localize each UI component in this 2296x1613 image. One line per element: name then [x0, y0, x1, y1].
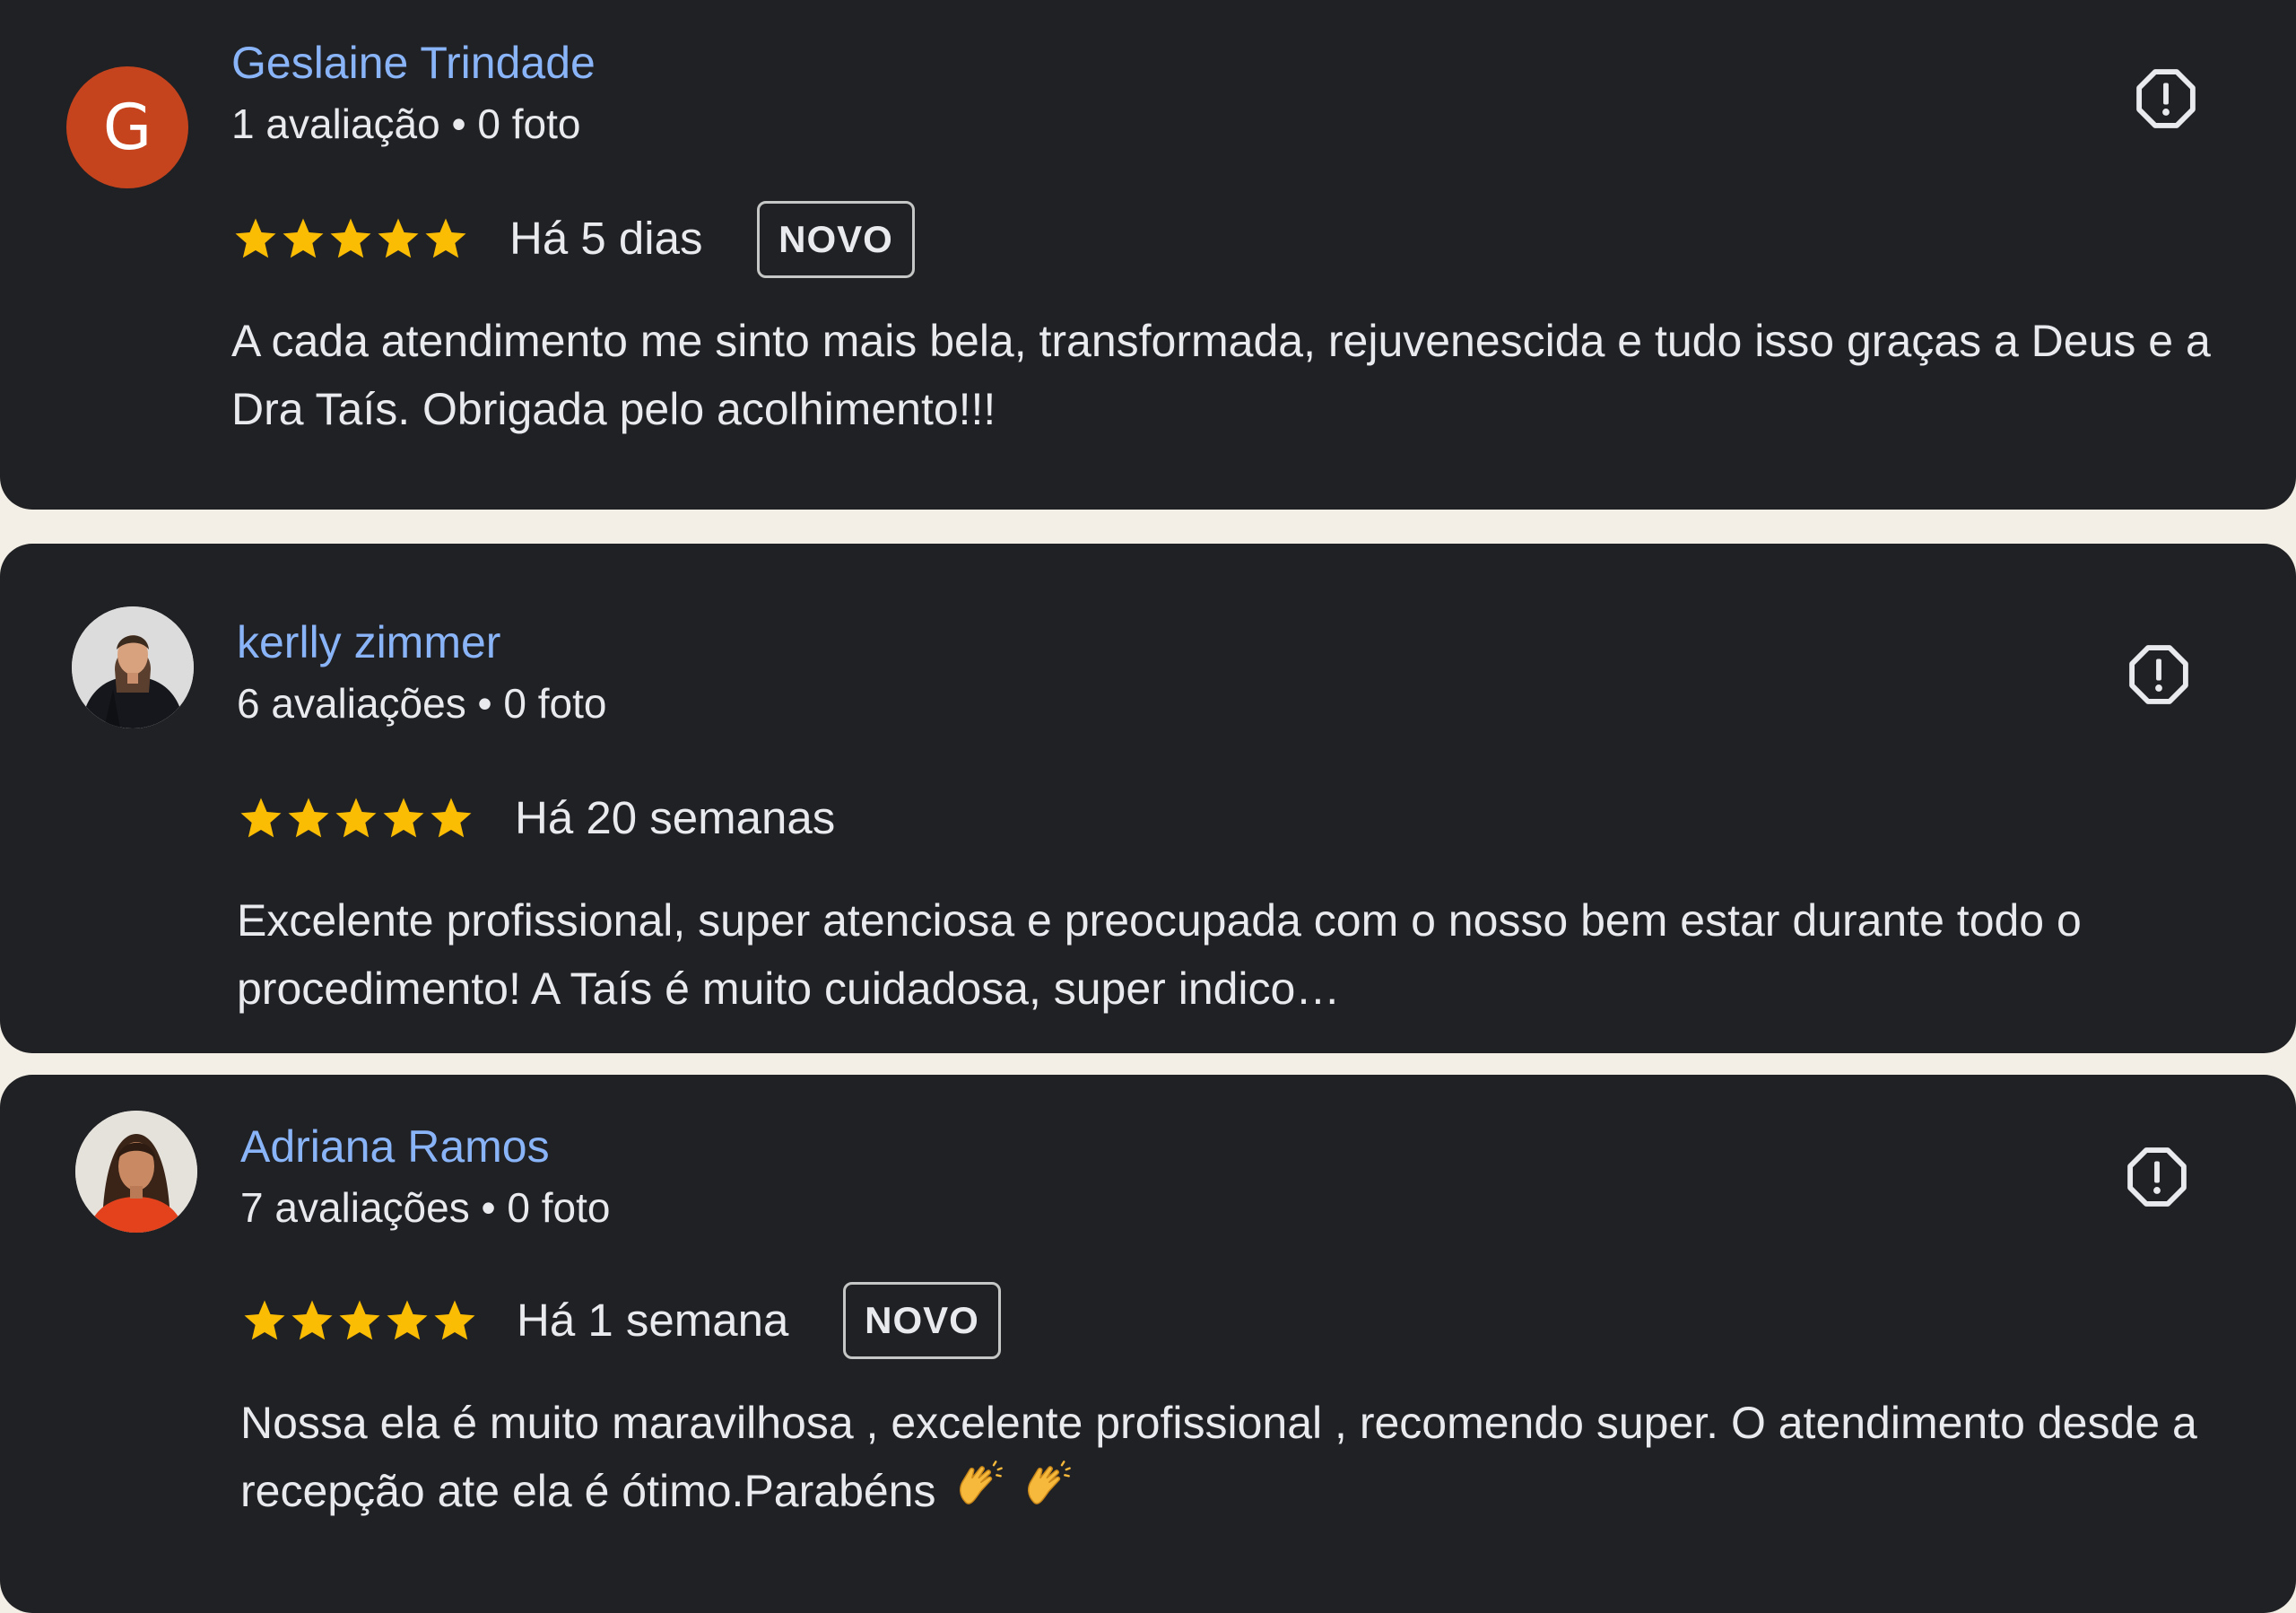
star-icon — [283, 218, 324, 258]
new-badge: NOVO — [757, 201, 915, 278]
clapping-hands-emoji — [1021, 1459, 1073, 1530]
star-icon — [387, 1300, 428, 1340]
reviewer-meta: 1 avaliação • 0 foto — [231, 100, 581, 147]
star-icon — [235, 218, 276, 258]
star-icon — [434, 1300, 475, 1340]
reviewer-name[interactable]: kerlly zimmer — [237, 615, 500, 669]
report-button[interactable] — [2122, 1142, 2192, 1212]
star-icon — [288, 798, 329, 838]
avatar[interactable] — [72, 606, 194, 728]
star-icon — [430, 798, 472, 838]
report-button[interactable] — [2131, 64, 2201, 134]
review-date: Há 1 semana — [517, 1295, 789, 1346]
star-icon — [240, 798, 282, 838]
star-icon — [335, 798, 377, 838]
star-icon — [339, 1300, 380, 1340]
star-icon — [330, 218, 371, 258]
star-rating — [231, 210, 469, 267]
star-rating — [240, 1292, 478, 1349]
review-card: Adriana Ramos 7 avaliações • 0 foto Há 1… — [0, 1075, 2296, 1613]
clapping-hands-emoji — [952, 1459, 1004, 1530]
star-icon — [425, 218, 466, 258]
report-flag-icon — [2129, 645, 2188, 704]
review-text: A cada atendimento me sinto mais bela, t… — [231, 316, 2211, 434]
star-rating — [237, 789, 474, 847]
report-flag-icon — [2127, 1147, 2187, 1207]
report-flag-icon — [2136, 69, 2196, 128]
review-card: kerlly zimmer 6 avaliações • 0 foto Há 2… — [0, 544, 2296, 1053]
report-button[interactable] — [2124, 640, 2194, 710]
reviewer-meta: 7 avaliações • 0 foto — [240, 1184, 611, 1231]
avatar[interactable]: G — [66, 66, 188, 188]
reviewer-meta: 6 avaliações • 0 foto — [237, 680, 607, 727]
review-card: G Geslaine Trindade 1 avaliação • 0 foto… — [0, 0, 2296, 510]
review-date: Há 20 semanas — [515, 792, 836, 843]
reviewer-name[interactable]: Adriana Ramos — [240, 1120, 550, 1173]
review-text: Excelente profissional, super atenciosa … — [237, 895, 2082, 1014]
review-text-content: Nossa ela é muito maravilhosa , excelent… — [240, 1398, 2197, 1516]
star-icon — [244, 1300, 285, 1340]
star-icon — [383, 798, 424, 838]
star-icon — [378, 218, 419, 258]
new-badge: NOVO — [843, 1282, 1001, 1359]
reviewer-name[interactable]: Geslaine Trindade — [231, 36, 596, 90]
review-date: Há 5 dias — [509, 213, 703, 264]
review-text: Nossa ela é muito maravilhosa , excelent… — [240, 1389, 2224, 1530]
star-icon — [291, 1300, 333, 1340]
avatar[interactable] — [75, 1111, 197, 1233]
